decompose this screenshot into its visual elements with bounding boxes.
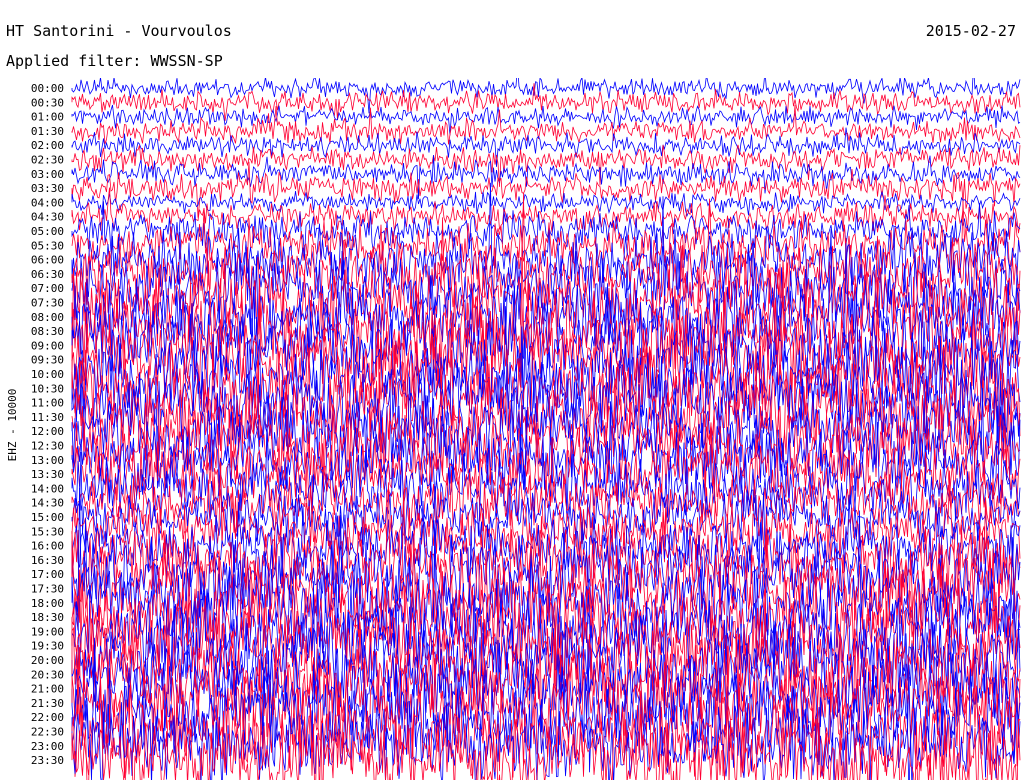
row-time-label: 22:30 bbox=[31, 726, 64, 739]
row-time-label: 08:00 bbox=[31, 311, 64, 324]
row-time-label: 07:00 bbox=[31, 282, 64, 295]
row-time-label: 05:00 bbox=[31, 225, 64, 238]
row-time-label: 17:00 bbox=[31, 568, 64, 581]
row-time-label: 15:00 bbox=[31, 511, 64, 524]
row-time-label: 07:30 bbox=[31, 297, 64, 310]
row-time-label: 02:30 bbox=[31, 154, 64, 167]
row-time-label: 04:30 bbox=[31, 211, 64, 224]
row-time-label: 14:30 bbox=[31, 497, 64, 510]
row-time-label: 03:30 bbox=[31, 182, 64, 195]
row-time-label: 13:30 bbox=[31, 468, 64, 481]
row-time-label: 15:30 bbox=[31, 525, 64, 538]
row-time-label: 10:30 bbox=[31, 382, 64, 395]
row-time-label: 13:00 bbox=[31, 454, 64, 467]
row-time-label: 01:00 bbox=[31, 111, 64, 124]
row-time-label: 16:30 bbox=[31, 554, 64, 567]
helicorder-chart: HT Santorini - Vourvoulos Applied filter… bbox=[0, 0, 1024, 780]
row-time-label: 17:30 bbox=[31, 583, 64, 596]
row-time-label: 06:30 bbox=[31, 268, 64, 281]
row-time-label: 02:00 bbox=[31, 139, 64, 152]
row-time-label: 23:00 bbox=[31, 740, 64, 753]
row-time-label: 20:30 bbox=[31, 668, 64, 681]
row-time-label: 12:00 bbox=[31, 425, 64, 438]
row-time-label: 18:30 bbox=[31, 611, 64, 624]
date-label: 2015-02-27 bbox=[926, 22, 1016, 40]
row-time-label: 08:30 bbox=[31, 325, 64, 338]
row-time-label: 19:00 bbox=[31, 625, 64, 638]
row-time-label: 03:00 bbox=[31, 168, 64, 181]
row-time-label: 12:30 bbox=[31, 440, 64, 453]
row-time-label: 22:00 bbox=[31, 711, 64, 724]
row-time-label: 23:30 bbox=[31, 754, 64, 767]
row-time-label: 18:00 bbox=[31, 597, 64, 610]
row-time-label: 09:30 bbox=[31, 354, 64, 367]
row-time-label: 20:00 bbox=[31, 654, 64, 667]
row-time-label: 21:00 bbox=[31, 683, 64, 696]
row-time-label: 11:30 bbox=[31, 411, 64, 424]
row-time-label: 11:00 bbox=[31, 397, 64, 410]
row-time-label: 21:30 bbox=[31, 697, 64, 710]
row-time-label: 14:00 bbox=[31, 482, 64, 495]
channel-ylabel: EHZ - 10000 bbox=[6, 389, 19, 462]
station-title: HT Santorini - Vourvoulos bbox=[6, 22, 232, 40]
row-time-label: 01:30 bbox=[31, 125, 64, 138]
row-time-label: 19:30 bbox=[31, 640, 64, 653]
row-time-label: 06:00 bbox=[31, 254, 64, 267]
row-time-labels: 00:0000:30 01:0001:3002:00 02:3003:0003:30… bbox=[31, 82, 64, 767]
filter-label: Applied filter: WWSSN-SP bbox=[6, 52, 223, 70]
row-time-label: 16:00 bbox=[31, 540, 64, 553]
row-time-label: 05:30 bbox=[31, 239, 64, 252]
row-time-label: 00:00 bbox=[31, 82, 64, 95]
row-time-label: 09:00 bbox=[31, 339, 64, 352]
row-time-label: 10:00 bbox=[31, 368, 64, 381]
row-time-label: 00:30 bbox=[31, 96, 64, 109]
row-time-label: 04:00 bbox=[31, 196, 64, 209]
